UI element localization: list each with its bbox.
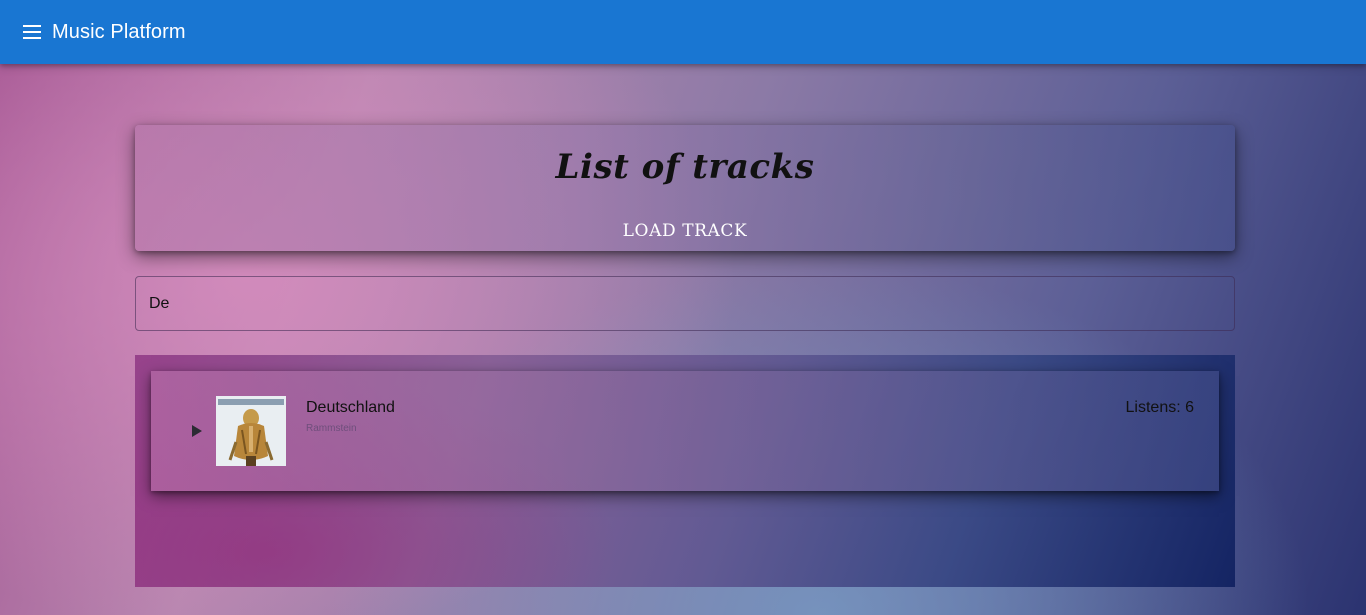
search-input[interactable] — [135, 276, 1235, 331]
load-track-button[interactable]: LOAD TRACK — [623, 221, 748, 241]
track-listens: Listens: 6 — [1125, 399, 1194, 416]
page-title: List of tracks — [555, 147, 815, 187]
track-item[interactable]: Deutschland Rammstein Listens: 6 — [151, 371, 1219, 491]
play-icon[interactable] — [189, 421, 205, 441]
track-list: Deutschland Rammstein Listens: 6 — [135, 355, 1235, 587]
menu-icon[interactable] — [20, 20, 44, 44]
track-title: Deutschland — [306, 399, 395, 416]
app-title: Music Platform — [52, 20, 186, 43]
album-cover — [216, 396, 286, 466]
tracks-header-card: List of tracks LOAD TRACK — [135, 125, 1235, 251]
app-bar: Music Platform — [0, 0, 1366, 64]
track-artist: Rammstein — [306, 423, 357, 434]
